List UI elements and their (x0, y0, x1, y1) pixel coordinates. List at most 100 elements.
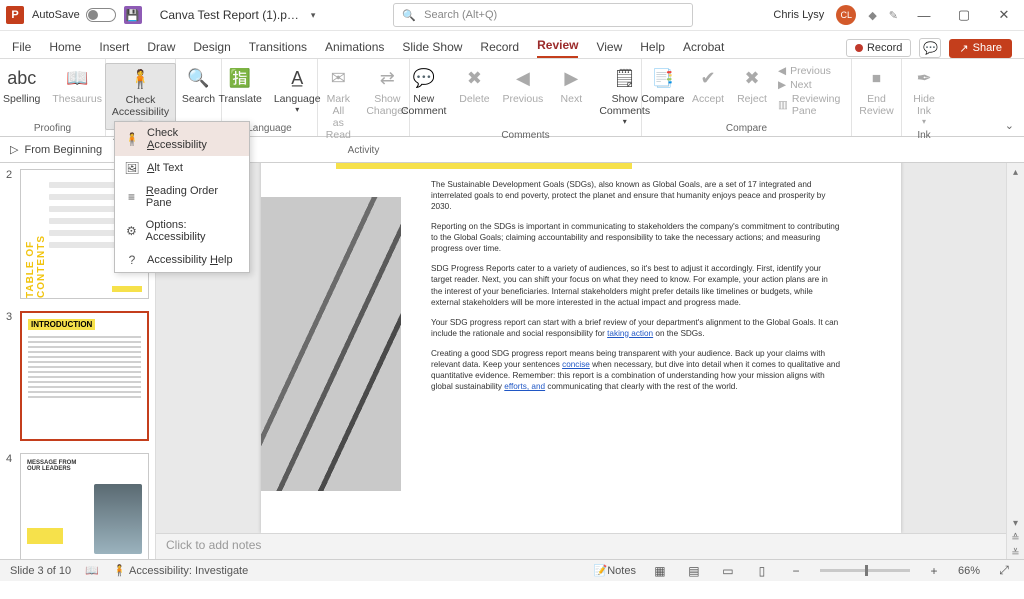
from-beginning-button[interactable]: ▷From Beginning (10, 143, 102, 156)
spelling-button[interactable]: abcSpelling (0, 63, 46, 107)
zoom-out-button[interactable]: − (786, 563, 806, 579)
reading-order-icon: ≡ (125, 190, 138, 204)
autosave-toggle[interactable]: AutoSave (32, 8, 116, 22)
record-button[interactable]: Record (846, 39, 911, 57)
zoom-slider[interactable] (820, 569, 910, 572)
title-bar: P AutoSave 💾 Canva Test Report (1).p… ▾ … (0, 0, 1024, 31)
compare-previous: ◀ Previous (778, 65, 849, 77)
tab-file[interactable]: File (12, 40, 31, 58)
pen-icon[interactable]: ✎ (889, 9, 898, 22)
new-comment-icon: 💬 (411, 65, 437, 91)
hide-ink-button[interactable]: ✒Hide Ink▾ (902, 63, 946, 128)
link-taking-action: taking action (607, 329, 653, 338)
translate-icon: 🈯 (227, 65, 253, 91)
maximize-button[interactable]: ▢ (950, 7, 978, 23)
mark-all-read-button: ✉Mark All as Read (314, 63, 362, 143)
scroll-down-icon[interactable]: ▾ (1013, 518, 1018, 529)
reject-button: ✖Reject (730, 63, 774, 107)
reading-view-button[interactable]: ▭ (718, 563, 738, 579)
ribbon-tabs: File Home Insert Draw Design Transitions… (0, 31, 1024, 59)
scroll-up-icon[interactable]: ▴ (1013, 167, 1018, 178)
share-button[interactable]: ↗Share (949, 39, 1012, 58)
slideshow-view-button[interactable]: ▯ (752, 563, 772, 579)
comments-button[interactable]: 💬 (919, 38, 941, 58)
intro-title: INTRODUCTION (28, 319, 95, 330)
show-comments-icon: 🗒 (612, 65, 638, 91)
tab-help[interactable]: Help (640, 40, 665, 58)
menu-check-accessibility[interactable]: 🧍Check Accessibility (115, 122, 249, 156)
user-name[interactable]: Chris Lysy (773, 9, 824, 21)
tab-animations[interactable]: Animations (325, 40, 384, 58)
sorter-view-button[interactable]: ▤ (684, 563, 704, 579)
yellow-bar (336, 163, 632, 169)
status-bar: Slide 3 of 10 📖 🧍 Accessibility: Investi… (0, 559, 1024, 581)
delete-comment-button: ✖Delete (452, 63, 496, 107)
menu-options-accessibility[interactable]: ⚙Options: Accessibility (115, 214, 249, 248)
previous-icon: ◀ (510, 65, 536, 91)
toggle-off-icon[interactable] (86, 8, 116, 22)
tab-acrobat[interactable]: Acrobat (683, 40, 724, 58)
tab-design[interactable]: Design (193, 40, 230, 58)
zoom-level[interactable]: 66% (958, 565, 980, 577)
end-review-icon: ⏹ (864, 65, 890, 91)
notes-button[interactable]: 📝Notes (594, 564, 636, 577)
leader-photo-icon (94, 484, 142, 554)
tab-record[interactable]: Record (480, 40, 519, 58)
accept-button: ✔Accept (686, 63, 730, 107)
spelling-icon: abc (9, 65, 35, 91)
zoom-in-button[interactable]: + (924, 563, 944, 579)
minimize-button[interactable]: — (910, 8, 938, 23)
normal-view-button[interactable]: ▦ (650, 563, 670, 579)
link-concise: concise (562, 360, 590, 369)
menu-accessibility-help[interactable]: ?Accessibility Help (115, 248, 249, 272)
thumb-slide-4[interactable]: MESSAGE FROM OUR LEADERS (20, 453, 149, 559)
building-image (261, 197, 401, 491)
prev-slide-icon[interactable]: ≙ (1011, 533, 1019, 544)
thumb-slide-3[interactable]: INTRODUCTION (20, 311, 149, 441)
tab-draw[interactable]: Draw (147, 40, 175, 58)
tab-home[interactable]: Home (49, 40, 81, 58)
tab-review[interactable]: Review (537, 38, 578, 58)
translate-button[interactable]: 🈯Translate (212, 63, 267, 107)
search-input[interactable]: 🔍 Search (Alt+Q) (393, 3, 693, 27)
slide-counter[interactable]: Slide 3 of 10 (10, 565, 71, 577)
link-efforts-and: efforts, and (504, 382, 545, 391)
diamond-icon[interactable]: ◆ (868, 9, 876, 22)
thesaurus-icon: 📖 (64, 65, 90, 91)
menu-reading-order[interactable]: ≡Reading Order Pane (115, 180, 249, 214)
thesaurus-button[interactable]: 📖Thesaurus (46, 63, 108, 107)
msg-title: MESSAGE FROM OUR LEADERS (27, 460, 142, 472)
avatar[interactable]: CL (836, 5, 856, 25)
collapse-ribbon-button[interactable]: ⌄ (1005, 119, 1014, 132)
chevron-down-icon[interactable]: ▾ (311, 10, 316, 21)
notes-pane[interactable]: Click to add notes (156, 533, 1006, 559)
help-icon: ? (125, 253, 139, 267)
check-accessibility-button[interactable]: 🧍Check Accessibility▾ (105, 63, 176, 130)
tab-view[interactable]: View (596, 40, 622, 58)
save-icon[interactable]: 💾 (124, 6, 142, 24)
fit-window-button[interactable]: ⤢ (994, 563, 1014, 579)
toc-title: TABLE OF CONTENTS (25, 210, 47, 298)
share-icon: ↗ (959, 42, 968, 55)
group-label-activity: Activity (324, 145, 403, 156)
slide-3[interactable]: The Sustainable Development Goals (SDGs)… (261, 163, 901, 533)
search-icon: 🔍 (402, 9, 416, 22)
new-comment-button[interactable]: 💬New Comment (395, 63, 453, 119)
powerpoint-icon: P (6, 6, 24, 24)
thumb-number-3: 3 (6, 311, 16, 441)
next-slide-icon[interactable]: ≚ (1011, 548, 1019, 559)
menu-alt-text[interactable]: 🖼Alt Text (115, 156, 249, 180)
language-icon: A̲ (284, 65, 310, 91)
tab-transitions[interactable]: Transitions (249, 40, 307, 58)
accessibility-status[interactable]: 🧍 Accessibility: Investigate (113, 564, 248, 577)
spellcheck-status-icon[interactable]: 📖 (85, 564, 99, 577)
slide-area[interactable]: The Sustainable Development Goals (SDGs)… (156, 163, 1006, 533)
record-dot-icon (855, 44, 863, 52)
tab-slideshow[interactable]: Slide Show (402, 40, 462, 58)
document-title[interactable]: Canva Test Report (1).p… (160, 8, 299, 22)
close-button[interactable]: ✕ (990, 7, 1018, 23)
vertical-scrollbar[interactable]: ▴ ▾ ≙ ≚ (1006, 163, 1024, 559)
slide-canvas: The Sustainable Development Goals (SDGs)… (156, 163, 1006, 559)
tab-insert[interactable]: Insert (99, 40, 129, 58)
compare-button[interactable]: 📑Compare (640, 63, 686, 107)
